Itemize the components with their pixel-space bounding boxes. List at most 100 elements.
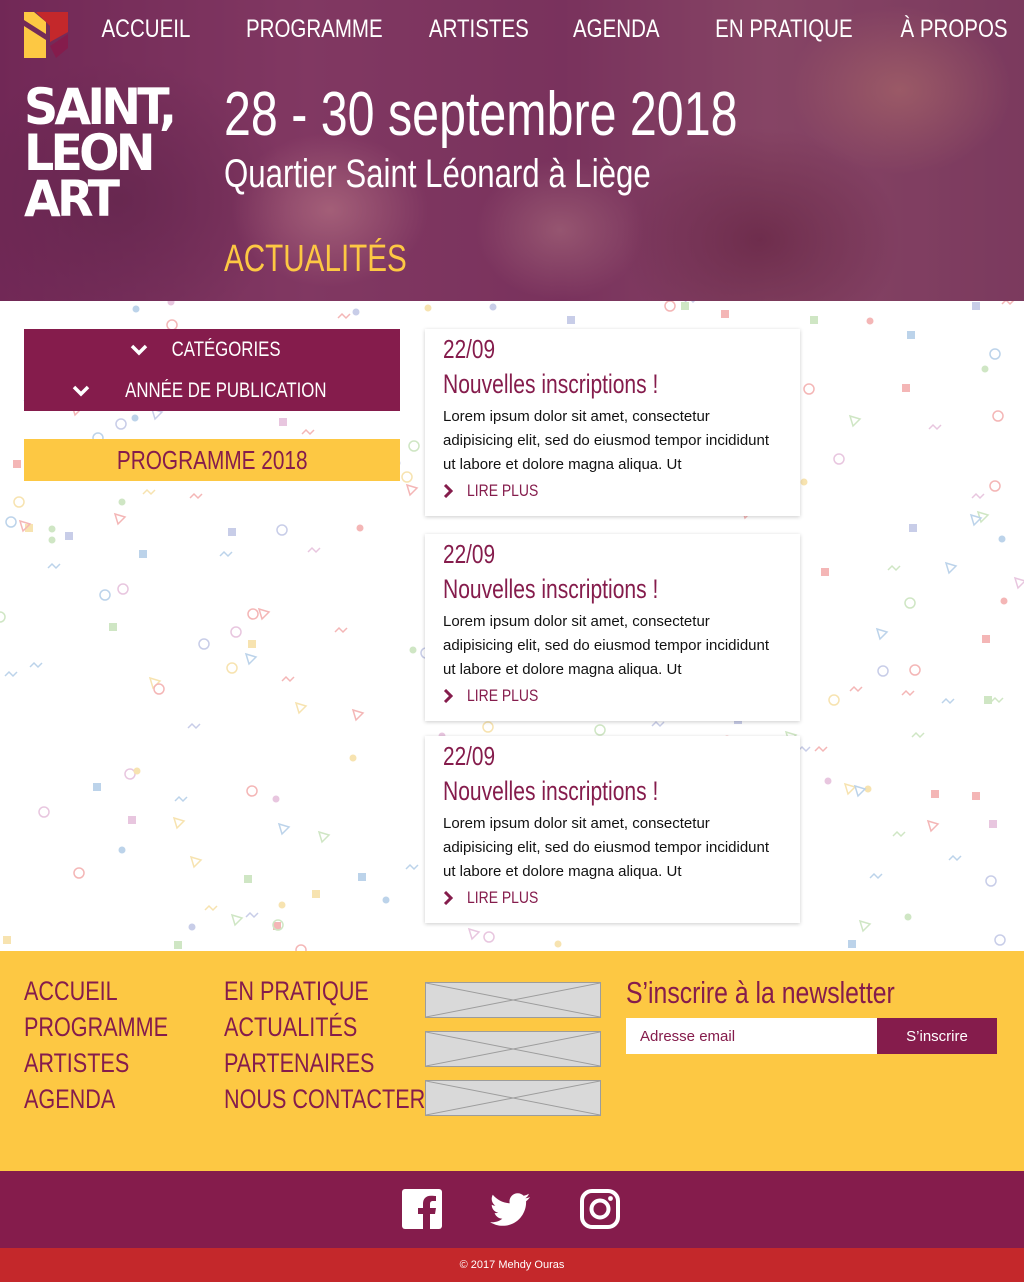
confetti-shape [990, 696, 1004, 704]
filter-categories[interactable]: CATÉGORIES [24, 329, 400, 370]
nav-agenda[interactable]: AGENDA [573, 12, 660, 46]
nav-accueil[interactable]: ACCUEIL [102, 12, 191, 46]
confetti-shape [358, 873, 366, 881]
program-2018-button[interactable]: PROGRAMME 2018 [24, 439, 400, 481]
footer-link-en-pratique[interactable]: EN PRATIQUE [224, 973, 425, 1009]
newsletter-email-input[interactable] [626, 1018, 877, 1054]
logo-mark-icon[interactable] [24, 12, 68, 58]
confetti-shape [843, 782, 857, 796]
confetti-shape [118, 498, 126, 506]
page-title: ACTUALITÉS [224, 238, 407, 280]
confetti-shape [113, 512, 127, 526]
news-date: 22/09 [443, 334, 496, 364]
confetti-shape [1000, 597, 1008, 605]
confetti-shape [567, 316, 575, 324]
confetti-shape [948, 854, 962, 862]
confetti-shape [928, 423, 942, 431]
confetti-shape [294, 701, 308, 715]
festival-dates: 28 - 30 septembre 2018 [224, 80, 738, 149]
confetti-shape [971, 492, 985, 500]
confetti-shape [272, 795, 280, 803]
nav-artistes[interactable]: ARTISTES [429, 12, 529, 46]
site-footer: ACCUEIL PROGRAMME ARTISTES AGENDA EN PRA… [0, 951, 1024, 1171]
partner-logo-placeholder[interactable] [425, 982, 601, 1018]
newsletter-subscribe-button[interactable]: S’inscrire [877, 1018, 997, 1054]
confetti-shape [909, 524, 917, 532]
facebook-icon[interactable] [401, 1188, 443, 1230]
nav-a-propos[interactable]: À PROPOS [901, 12, 1008, 46]
news-excerpt: Lorem ipsum dolor sit amet, consectetur … [443, 613, 770, 678]
instagram-icon[interactable] [579, 1188, 621, 1230]
confetti-shape [334, 626, 348, 634]
confetti-shape [989, 820, 997, 828]
partner-logo-placeholder[interactable] [425, 1031, 601, 1067]
footer-link-agenda[interactable]: AGENDA [24, 1081, 168, 1117]
confetti-shape [244, 875, 252, 883]
news-title[interactable]: Nouvelles inscriptions ! [443, 572, 658, 606]
footer-link-programme[interactable]: PROGRAMME [24, 1009, 168, 1045]
confetti-shape [594, 724, 606, 736]
confetti-shape [972, 302, 980, 310]
confetti-shape [139, 550, 147, 558]
footer-link-artistes[interactable]: ARTISTES [24, 1045, 168, 1081]
confetti-shape [188, 923, 196, 931]
confetti-shape [312, 890, 320, 898]
confetti-shape [65, 532, 73, 540]
social-bar [0, 1171, 1024, 1248]
brand-logo[interactable]: SAINT, LEON ART [24, 82, 204, 224]
confetti-shape [13, 496, 25, 508]
confetti-shape [483, 931, 495, 943]
read-more-label: LIRE PLUS [467, 888, 539, 907]
read-more-link[interactable]: LIRE PLUS [443, 481, 554, 501]
filter-year[interactable]: ANNÉE DE PUBLICATION [24, 370, 400, 411]
confetti-shape [142, 488, 156, 496]
confetti-shape [244, 652, 258, 666]
confetti-shape [684, 301, 696, 304]
festival-location: Quartier Saint Léonard à Liège [224, 152, 651, 196]
confetti-shape [981, 365, 989, 373]
chevron-right-icon [443, 484, 453, 498]
news-excerpt: Lorem ipsum dolor sit amet, consectetur … [443, 815, 770, 880]
confetti-shape [174, 941, 182, 949]
news-title[interactable]: Nouvelles inscriptions ! [443, 774, 658, 808]
read-more-link[interactable]: LIRE PLUS [443, 686, 554, 706]
confetti-shape [554, 940, 562, 948]
confetti-shape [276, 524, 288, 536]
confetti-shape [301, 428, 315, 436]
confetti-shape [278, 901, 286, 909]
confetti-shape [133, 767, 141, 775]
partner-logo-placeholder[interactable] [425, 1080, 601, 1116]
confetti-shape [824, 777, 832, 785]
confetti-shape [0, 611, 6, 623]
confetti-shape [248, 640, 256, 648]
confetti-shape [356, 524, 364, 532]
chevron-right-icon [443, 891, 453, 905]
news-title[interactable]: Nouvelles inscriptions ! [443, 367, 658, 401]
confetti-shape [247, 608, 259, 620]
nav-programme[interactable]: PROGRAMME [246, 12, 383, 46]
confetti-shape [848, 940, 856, 948]
twitter-icon[interactable] [489, 1188, 531, 1230]
main-nav: ACCUEIL PROGRAMME ARTISTES AGENDA EN PRA… [82, 12, 1008, 46]
chevron-down-icon [72, 385, 90, 396]
confetti-shape [989, 480, 1001, 492]
footer-link-accueil[interactable]: ACCUEIL [24, 973, 168, 1009]
filter-panel: CATÉGORIES ANNÉE DE PUBLICATION [24, 329, 400, 411]
confetti-shape [814, 745, 828, 753]
footer-link-partenaires[interactable]: PARTENAIRES [224, 1045, 425, 1081]
nav-en-pratique[interactable]: EN PRATIQUE [715, 12, 852, 46]
confetti-shape [13, 460, 21, 468]
confetti-shape [1001, 301, 1015, 306]
footer-link-contact[interactable]: NOUS CONTACTER [224, 1081, 425, 1117]
copyright: © 2017 Mehdy Ouras [0, 1248, 1024, 1282]
confetti-shape [167, 301, 175, 306]
confetti-shape [352, 308, 360, 316]
confetti-shape [904, 597, 916, 609]
footer-link-actualites[interactable]: ACTUALITÉS [224, 1009, 425, 1045]
confetti-shape [424, 304, 432, 312]
read-more-label: LIRE PLUS [467, 686, 539, 705]
confetti-shape [29, 661, 43, 669]
confetti-shape [174, 795, 188, 803]
read-more-link[interactable]: LIRE PLUS [443, 888, 554, 908]
confetti-shape [4, 670, 18, 678]
